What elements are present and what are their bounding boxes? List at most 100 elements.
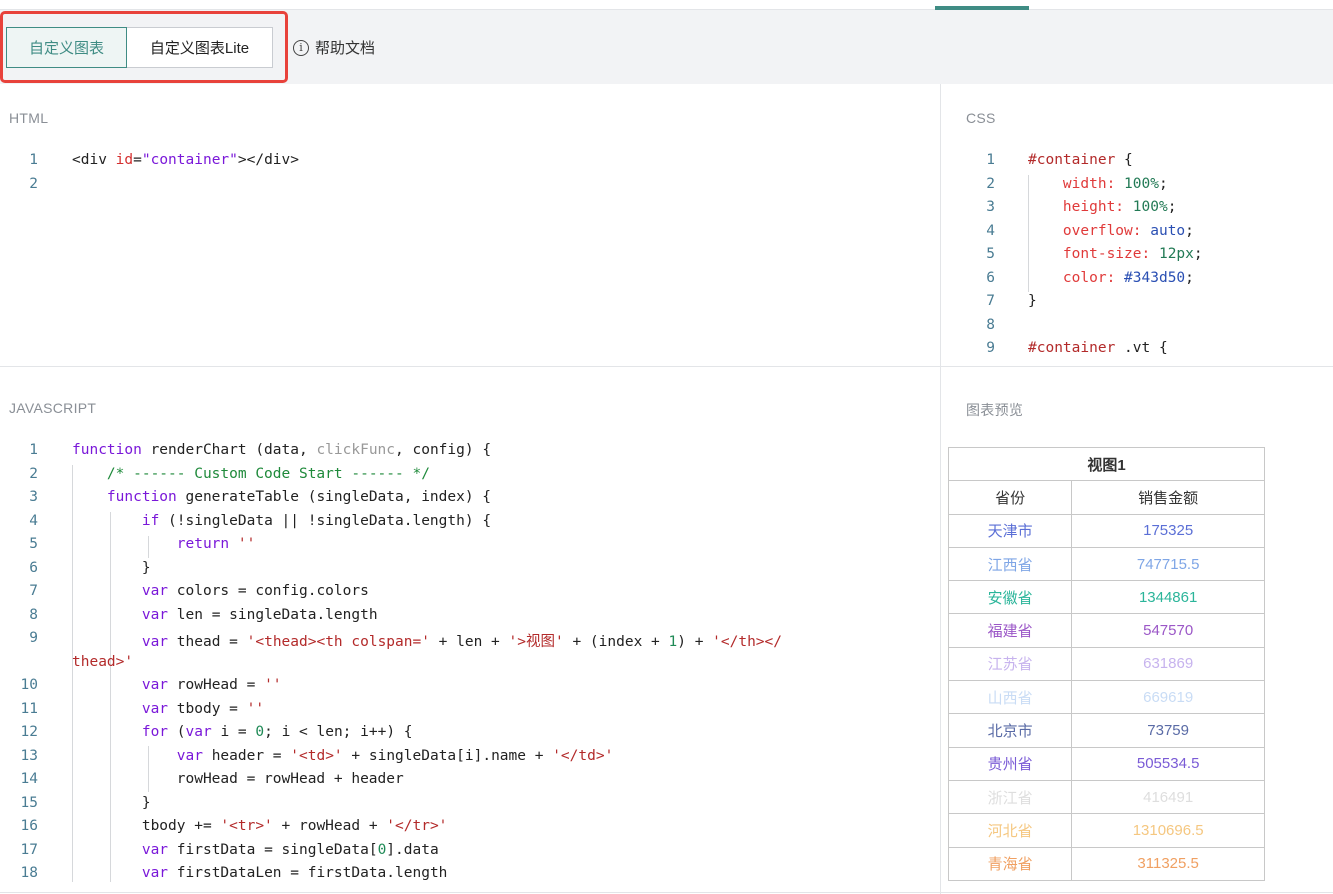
code-line: thead>'	[72, 653, 134, 670]
css-code-editor[interactable]: 1 #container {2 width: 100%; 3 height: 100…	[957, 152, 1333, 366]
province-cell: 江苏省	[947, 646, 1073, 682]
sales-cell: 505534.5	[1071, 746, 1265, 781]
code-line: /* ------ Custom Code Start ------ */	[106, 465, 430, 482]
province-cell: 北京市	[947, 713, 1073, 748]
toolbar: 自定义图表 自定义图表Lite i 帮助文档	[0, 10, 1333, 84]
table-row: 北京市 73759	[947, 713, 1265, 748]
line-number: 17	[20, 841, 38, 858]
sales-cell: 73759	[1071, 713, 1265, 748]
line-number: 1	[29, 152, 38, 168]
table-row: 江苏省 631869	[947, 646, 1265, 682]
line-number: 16	[20, 818, 38, 834]
code-line: var rowHead = ''	[141, 677, 282, 693]
line-number: 6	[986, 269, 995, 286]
help-docs-link[interactable]: i 帮助文档	[293, 37, 375, 58]
province-cell: 福建省	[947, 613, 1073, 648]
table-row: 山西省 669619	[947, 680, 1265, 715]
line-number: 1	[29, 442, 38, 458]
line-number: 12	[20, 724, 38, 740]
line-number: 5	[29, 536, 38, 552]
code-line: rowHead = rowHead + header	[72, 771, 404, 787]
code-line: var colors = config.colors	[141, 583, 369, 599]
code-line: var thead = '<thead><th colspan=' + len …	[141, 634, 782, 650]
line-number: 14	[20, 771, 38, 787]
code-line: var firstData = singleData[0].data	[141, 841, 439, 858]
province-cell: 山西省	[947, 680, 1073, 715]
table-row: 江西省 747715.5	[947, 546, 1265, 582]
line-number: 11	[20, 700, 38, 717]
code-line: return ''	[176, 536, 256, 552]
table-row: 青海省 311325.5	[947, 846, 1265, 881]
panel-divider-horizontal	[0, 366, 1333, 367]
code-line: function generateTable (singleData, inde…	[106, 489, 492, 505]
code-line: overflow: auto;	[1062, 222, 1194, 239]
line-number: 2	[29, 465, 38, 482]
code-line: #container .vt {	[1028, 340, 1168, 356]
preview-table: 视图1 省份 销售金额 天津市 175325 江西省 747715.5 安徽省 13448…	[947, 446, 1265, 881]
preview-table-title: 视图1	[948, 446, 1265, 482]
line-number: 13	[20, 747, 38, 764]
code-line: color: #343d50;	[1062, 269, 1194, 286]
code-line: for (var i = 0; i < len; i++) {	[141, 724, 413, 740]
code-line: }	[72, 559, 151, 576]
line-number: 2	[986, 175, 995, 192]
panel-divider-vertical	[940, 84, 941, 894]
sales-cell: 547570	[1071, 613, 1265, 648]
line-number: 3	[986, 199, 995, 215]
line-number: 15	[20, 794, 38, 811]
line-number: 10	[20, 677, 38, 693]
province-cell: 天津市	[947, 513, 1073, 548]
css-panel-title: CSS	[966, 110, 996, 126]
province-cell: 青海省	[947, 846, 1073, 881]
province-cell: 安徽省	[947, 580, 1073, 615]
code-line: #container {	[1028, 152, 1133, 168]
line-number: 4	[29, 512, 38, 529]
line-number: 8	[29, 606, 38, 623]
table-row: 浙江省 416491	[947, 779, 1265, 815]
sales-cell: 175325	[1071, 513, 1265, 548]
sales-cell: 669619	[1071, 680, 1265, 715]
table-row: 河北省 1310696.5	[947, 813, 1265, 848]
tab-custom-chart[interactable]: 自定义图表	[6, 27, 127, 68]
top-tab-strip	[0, 0, 1333, 10]
code-line: height: 100%;	[1062, 199, 1177, 215]
js-code-editor[interactable]: 1 function renderChart (data, clickFunc, …	[0, 442, 930, 882]
code-line: if (!singleData || !singleData.length) {	[141, 512, 492, 529]
line-number: 9	[986, 340, 995, 356]
line-number: 7	[29, 583, 38, 599]
sales-cell: 1310696.5	[1071, 813, 1265, 848]
line-number: 3	[29, 489, 38, 505]
code-line: tbody += '<tr>' + rowHead + '</tr>'	[72, 818, 448, 834]
code-line: }	[1028, 293, 1037, 309]
code-line: var firstDataLen = firstData.length	[141, 865, 448, 881]
line-number: 8	[986, 316, 995, 333]
html-panel-title: HTML	[9, 110, 49, 126]
info-icon: i	[293, 39, 309, 56]
table-row: 贵州省 505534.5	[947, 746, 1265, 781]
table-row: 福建省 547570	[947, 613, 1265, 648]
province-cell: 江西省	[947, 546, 1073, 582]
code-line: }	[72, 794, 151, 811]
tab-custom-chart-lite[interactable]: 自定义图表Lite	[127, 27, 273, 68]
chart-mode-tabs: 自定义图表 自定义图表Lite	[6, 27, 273, 68]
column-header-sales: 销售金额	[1071, 480, 1265, 515]
code-line: var header = '<td>' + singleData[i].name…	[176, 747, 614, 764]
help-docs-label: 帮助文档	[315, 40, 376, 57]
js-panel-title: JAVASCRIPT	[9, 400, 97, 416]
html-code-editor[interactable]: 1 <div id="container"></div> 2	[0, 152, 930, 362]
code-line: function renderChart (data, clickFunc, c…	[72, 442, 492, 458]
line-number: 7	[986, 293, 995, 309]
sales-cell: 1344861	[1071, 580, 1265, 615]
table-row: 安徽省 1344861	[947, 580, 1265, 615]
sales-cell: 311325.5	[1071, 846, 1265, 881]
code-line: <div id="container"></div>	[72, 152, 299, 168]
line-number: 18	[20, 865, 38, 881]
code-line: width: 100%;	[1062, 175, 1168, 192]
province-cell: 贵州省	[947, 746, 1073, 781]
sales-cell: 747715.5	[1071, 546, 1265, 582]
line-number: 2	[29, 175, 38, 192]
preview-panel-title: 图表预览	[966, 402, 1024, 418]
province-cell: 河北省	[947, 813, 1073, 848]
line-number: 6	[29, 559, 38, 576]
code-line: var tbody = ''	[141, 700, 265, 717]
